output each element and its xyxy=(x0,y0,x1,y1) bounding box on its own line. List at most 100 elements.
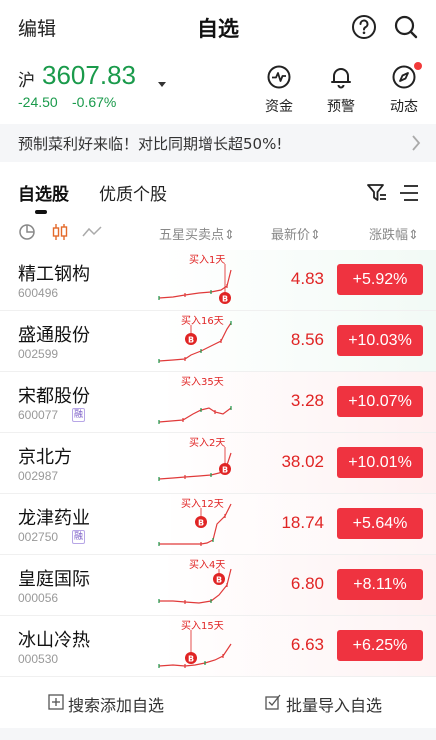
column-signal-label: 五星买卖点 xyxy=(159,228,225,243)
tab-active-indicator xyxy=(35,210,47,214)
buy-signal-letter: B xyxy=(222,295,228,304)
index-name: 沪 xyxy=(18,71,35,91)
chevron-right-icon xyxy=(412,135,421,151)
bottom-spacer xyxy=(0,728,436,740)
stock-code: 000056 xyxy=(18,591,59,605)
signal-sparkline: 买入16天 B xyxy=(158,315,232,363)
change-badge[interactable]: +8.11% xyxy=(337,569,423,600)
quick-action-funds[interactable]: 资金 xyxy=(251,64,307,116)
signal-sparkline: 买入12天 B xyxy=(158,498,232,546)
notification-dot xyxy=(414,62,422,70)
stock-row[interactable]: 京北方 002987 买入2天 B 38.02 +10.01% xyxy=(0,433,436,494)
pulse-icon xyxy=(267,65,291,89)
import-icon xyxy=(265,694,281,710)
menu-icon[interactable] xyxy=(398,182,420,204)
stock-price: 3.28 xyxy=(290,391,324,410)
buy-signal-letter: B xyxy=(222,466,228,475)
signal-label: 买入16天 xyxy=(181,315,224,327)
signal-sparkline: 买入15天 B xyxy=(158,620,232,668)
help-icon[interactable] xyxy=(351,14,377,40)
candlestick-icon[interactable] xyxy=(50,222,70,242)
margin-badge: 融 xyxy=(72,530,86,544)
batch-import-button[interactable]: 批量导入自选 xyxy=(286,692,382,716)
banner-text: 预制菜利好来临！对比同期增长超50%! xyxy=(18,135,283,153)
stock-name: 皇庭国际 xyxy=(18,569,90,590)
signal-label: 买入12天 xyxy=(181,498,224,510)
dropdown-caret-icon[interactable] xyxy=(158,82,166,87)
signal-label: 买入35天 xyxy=(181,376,224,388)
stock-price: 6.80 xyxy=(290,574,324,593)
buy-signal-letter: B xyxy=(188,655,194,664)
stock-code: 002987 xyxy=(18,469,59,483)
stock-name: 精工钢构 xyxy=(18,264,90,285)
column-signal[interactable]: 五星买卖点⇕ xyxy=(159,224,235,243)
tab-quality-stocks[interactable]: 优质个股 xyxy=(99,180,167,205)
stock-price: 8.56 xyxy=(290,330,324,349)
sparkline-line xyxy=(158,269,232,299)
tab-watchlist[interactable]: 自选股 xyxy=(18,180,69,205)
pie-chart-icon[interactable] xyxy=(18,223,36,241)
index-change: -24.50 xyxy=(18,94,58,110)
column-price[interactable]: 最新价⇕ xyxy=(271,224,321,243)
stock-price: 18.74 xyxy=(281,513,324,532)
signal-label: 买入15天 xyxy=(181,620,224,632)
index-summary[interactable]: 沪 3607.83 -24.50 -0.67% 资金 预警 动态 xyxy=(0,56,436,118)
change-badge[interactable]: +10.07% xyxy=(337,386,423,417)
column-header: 五星买卖点⇕ 最新价⇕ 涨跌幅⇕ xyxy=(0,218,436,248)
stock-row[interactable]: 宋都股份 600077 融 买入35天 3.28 +10.07% xyxy=(0,372,436,433)
quick-action-label: 动态 xyxy=(390,99,418,115)
change-badge[interactable]: +5.92% xyxy=(337,264,423,295)
stock-name: 盛通股份 xyxy=(18,325,90,346)
line-chart-icon[interactable] xyxy=(82,223,102,241)
quick-action-label: 资金 xyxy=(265,99,293,115)
footer-actions: 搜索添加自选 批量导入自选 xyxy=(0,680,436,726)
sparkline-line xyxy=(158,407,232,423)
signal-label: 买入4天 xyxy=(189,559,225,571)
signal-label: 买入1天 xyxy=(189,254,225,266)
stock-code: 600496 xyxy=(18,286,59,300)
column-change-label: 涨跌幅 xyxy=(369,228,409,243)
signal-sparkline: 买入2天 B xyxy=(158,437,232,481)
search-add-button[interactable]: 搜索添加自选 xyxy=(68,692,164,716)
change-badge[interactable]: +5.64% xyxy=(337,508,423,539)
buy-signal-letter: B xyxy=(216,576,222,585)
bell-icon xyxy=(331,68,351,89)
stock-row[interactable]: 盛通股份 002599 买入16天 B 8.56 +10.03% xyxy=(0,311,436,372)
stock-row[interactable]: 皇庭国际 000056 买入4天 B 6.80 +8.11% xyxy=(0,555,436,616)
stock-price: 6.63 xyxy=(290,635,324,654)
buy-signal-letter: B xyxy=(198,519,204,528)
signal-sparkline: 买入1天 B xyxy=(158,254,232,304)
search-icon[interactable] xyxy=(393,14,419,40)
stock-row[interactable]: 精工钢构 600496 买入1天 B 4.83 +5.92% xyxy=(0,250,436,311)
stock-name: 龙津药业 xyxy=(18,508,90,529)
tab-bar: 自选股 优质个股 xyxy=(0,170,436,214)
stock-price: 38.02 xyxy=(281,452,324,471)
column-price-label: 最新价 xyxy=(271,228,311,243)
stock-name: 宋都股份 xyxy=(18,386,90,407)
signal-sparkline: 买入4天 B xyxy=(158,559,232,604)
change-badge[interactable]: +6.25% xyxy=(337,630,423,661)
sparkline-line xyxy=(159,503,232,545)
index-value: 3607.83 xyxy=(42,60,136,90)
stock-name: 冰山冷热 xyxy=(18,630,90,651)
promo-banner[interactable]: 预制菜利好来临！对比同期增长超50%! xyxy=(0,124,436,162)
signal-label: 买入2天 xyxy=(189,437,225,449)
stock-code: 600077 xyxy=(18,408,59,422)
stock-row[interactable]: 龙津药业 002750 融 买入12天 B 18.74 +5.64% xyxy=(0,494,436,555)
stock-code: 002599 xyxy=(18,347,59,361)
add-box-icon xyxy=(48,694,64,710)
quick-action-label: 预警 xyxy=(327,99,355,115)
filter-icon[interactable] xyxy=(366,182,388,204)
compass-icon xyxy=(392,65,416,89)
column-change[interactable]: 涨跌幅⇕ xyxy=(369,224,419,243)
change-badge[interactable]: +10.03% xyxy=(337,325,423,356)
stock-price: 4.83 xyxy=(290,269,324,288)
stock-row[interactable]: 冰山冷热 000530 买入15天 B 6.63 +6.25% xyxy=(0,616,436,677)
index-change-pct: -0.67% xyxy=(72,94,117,110)
quick-action-news[interactable]: 动态 xyxy=(376,62,432,116)
quick-action-alert[interactable]: 预警 xyxy=(313,64,369,116)
stock-code: 002750 xyxy=(18,530,59,544)
margin-badge: 融 xyxy=(72,408,86,422)
signal-sparkline: 买入35天 xyxy=(158,376,232,424)
change-badge[interactable]: +10.01% xyxy=(337,447,423,478)
